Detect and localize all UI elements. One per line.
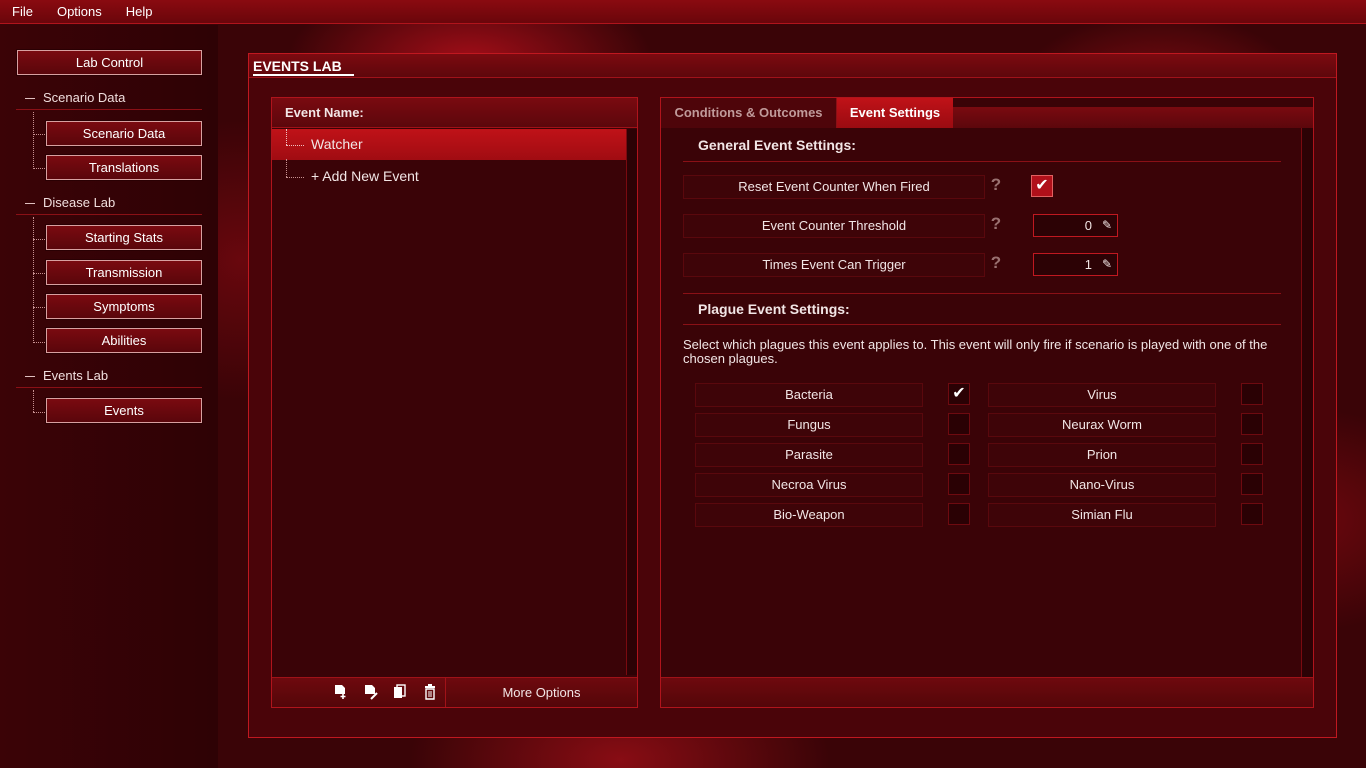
tree-line — [286, 129, 287, 145]
threshold-label: Event Counter Threshold — [683, 214, 985, 238]
tree-line — [33, 134, 45, 135]
tree-line — [33, 412, 45, 413]
times-trigger-label: Times Event Can Trigger — [683, 253, 985, 277]
times-trigger-input[interactable]: 1 ✎ — [1033, 253, 1118, 276]
collapse-icon — [25, 203, 35, 205]
plague-label-nano-virus: Nano-Virus — [988, 473, 1216, 497]
plague-checkbox-virus[interactable] — [1241, 383, 1263, 405]
plague-label-neurax-worm: Neurax Worm — [988, 413, 1216, 437]
reset-counter-checkbox[interactable]: ✔ — [1031, 175, 1053, 197]
help-icon[interactable]: ? — [989, 214, 1003, 234]
tab-strip — [953, 107, 1313, 128]
copy-icon[interactable] — [392, 684, 408, 703]
plague-checkbox-fungus[interactable] — [948, 413, 970, 435]
tree-line — [33, 342, 45, 343]
sidebar-item-translations[interactable]: Translations — [45, 154, 203, 181]
event-settings-panel: Conditions & Outcomes Event Settings Gen… — [660, 97, 1314, 708]
sidebar-section-disease-lab[interactable]: Disease Lab — [16, 193, 202, 215]
plague-checkbox-nano-virus[interactable] — [1241, 473, 1263, 495]
plague-checkbox-bacteria[interactable]: ✔ — [948, 383, 970, 405]
plague-label-bio-weapon: Bio-Weapon — [695, 503, 923, 527]
list-item-label: + Add New Event — [311, 168, 419, 184]
plague-settings-heading: Plague Event Settings: — [683, 293, 1281, 325]
tree-line — [286, 159, 287, 177]
sidebar-section-events-lab[interactable]: Events Lab — [16, 366, 202, 388]
section-title: Scenario Data — [43, 90, 126, 105]
tree-line — [286, 177, 304, 178]
plague-checkbox-neurax-worm[interactable] — [1241, 413, 1263, 435]
tree-line — [286, 145, 304, 146]
threshold-input[interactable]: 0 ✎ — [1033, 214, 1118, 237]
menu-file[interactable]: File — [0, 1, 45, 23]
tree-line — [33, 273, 45, 274]
plague-checkbox-necroa-virus[interactable] — [948, 473, 970, 495]
more-options-button[interactable]: More Options — [445, 678, 637, 707]
settings-footer — [661, 677, 1313, 707]
menu-help[interactable]: Help — [114, 1, 165, 23]
list-item-label: Watcher — [311, 136, 363, 152]
menu-options[interactable]: Options — [45, 1, 114, 23]
collapse-icon — [25, 98, 35, 100]
page-title: EVENTS LAB — [253, 58, 354, 76]
tree-line — [33, 168, 45, 169]
plague-description: Select which plagues this event applies … — [683, 337, 1268, 366]
plague-checkbox-prion[interactable] — [1241, 443, 1263, 465]
plague-label-bacteria: Bacteria — [695, 383, 923, 407]
add-file-icon[interactable] — [333, 684, 349, 703]
help-icon[interactable]: ? — [989, 175, 1003, 195]
menu-bar: File Options Help — [0, 0, 1366, 24]
general-settings-heading: General Event Settings: — [683, 130, 1281, 162]
help-icon[interactable]: ? — [989, 253, 1003, 273]
plague-label-prion: Prion — [988, 443, 1216, 467]
times-trigger-value: 1 — [1084, 257, 1092, 272]
sidebar-item-scenario-data[interactable]: Scenario Data — [45, 120, 203, 147]
pencil-icon: ✎ — [1101, 218, 1112, 232]
event-list-header: Event Name: — [272, 98, 637, 128]
trash-icon[interactable] — [422, 684, 438, 703]
tab-event-settings[interactable]: Event Settings — [837, 98, 953, 128]
panel-header: EVENTS LAB — [249, 54, 1336, 78]
sidebar-item-starting-stats[interactable]: Starting Stats — [45, 224, 203, 251]
reset-counter-label: Reset Event Counter When Fired — [683, 175, 985, 199]
event-list-panel: Event Name: Watcher + Add New Event More… — [271, 97, 638, 708]
plague-label-simian-flu: Simian Flu — [988, 503, 1216, 527]
list-item-watcher[interactable]: Watcher — [272, 129, 626, 160]
event-list-scrollbar[interactable] — [626, 129, 637, 675]
sidebar-item-transmission[interactable]: Transmission — [45, 259, 203, 286]
sidebar-section-scenario-data[interactable]: Scenario Data — [16, 88, 202, 110]
collapse-icon — [25, 376, 35, 378]
add-new-event-item[interactable]: + Add New Event — [272, 159, 626, 192]
edit-file-icon[interactable] — [363, 684, 379, 703]
settings-scrollbar[interactable] — [1301, 128, 1313, 678]
section-title: Disease Lab — [43, 195, 116, 210]
sidebar-item-events[interactable]: Events — [45, 397, 203, 424]
pencil-icon: ✎ — [1101, 257, 1112, 271]
sidebar-item-abilities[interactable]: Abilities — [45, 327, 203, 354]
tree-line — [33, 217, 34, 343]
plague-checkbox-bio-weapon[interactable] — [948, 503, 970, 525]
tree-line — [33, 112, 34, 169]
tree-line — [33, 390, 34, 412]
plague-label-virus: Virus — [988, 383, 1216, 407]
tree-line — [33, 239, 45, 240]
event-list-footer: More Options — [272, 677, 637, 707]
plague-checkbox-parasite[interactable] — [948, 443, 970, 465]
plague-label-fungus: Fungus — [695, 413, 923, 437]
section-title: Events Lab — [43, 368, 109, 383]
tree-line — [33, 307, 45, 308]
plague-label-parasite: Parasite — [695, 443, 923, 467]
sidebar-item-symptoms[interactable]: Symptoms — [45, 293, 203, 320]
tab-conditions-outcomes[interactable]: Conditions & Outcomes — [661, 98, 837, 128]
lab-control-button[interactable]: Lab Control — [16, 49, 203, 76]
threshold-value: 0 — [1084, 218, 1092, 233]
plague-label-necroa-virus: Necroa Virus — [695, 473, 923, 497]
plague-checkbox-simian-flu[interactable] — [1241, 503, 1263, 525]
